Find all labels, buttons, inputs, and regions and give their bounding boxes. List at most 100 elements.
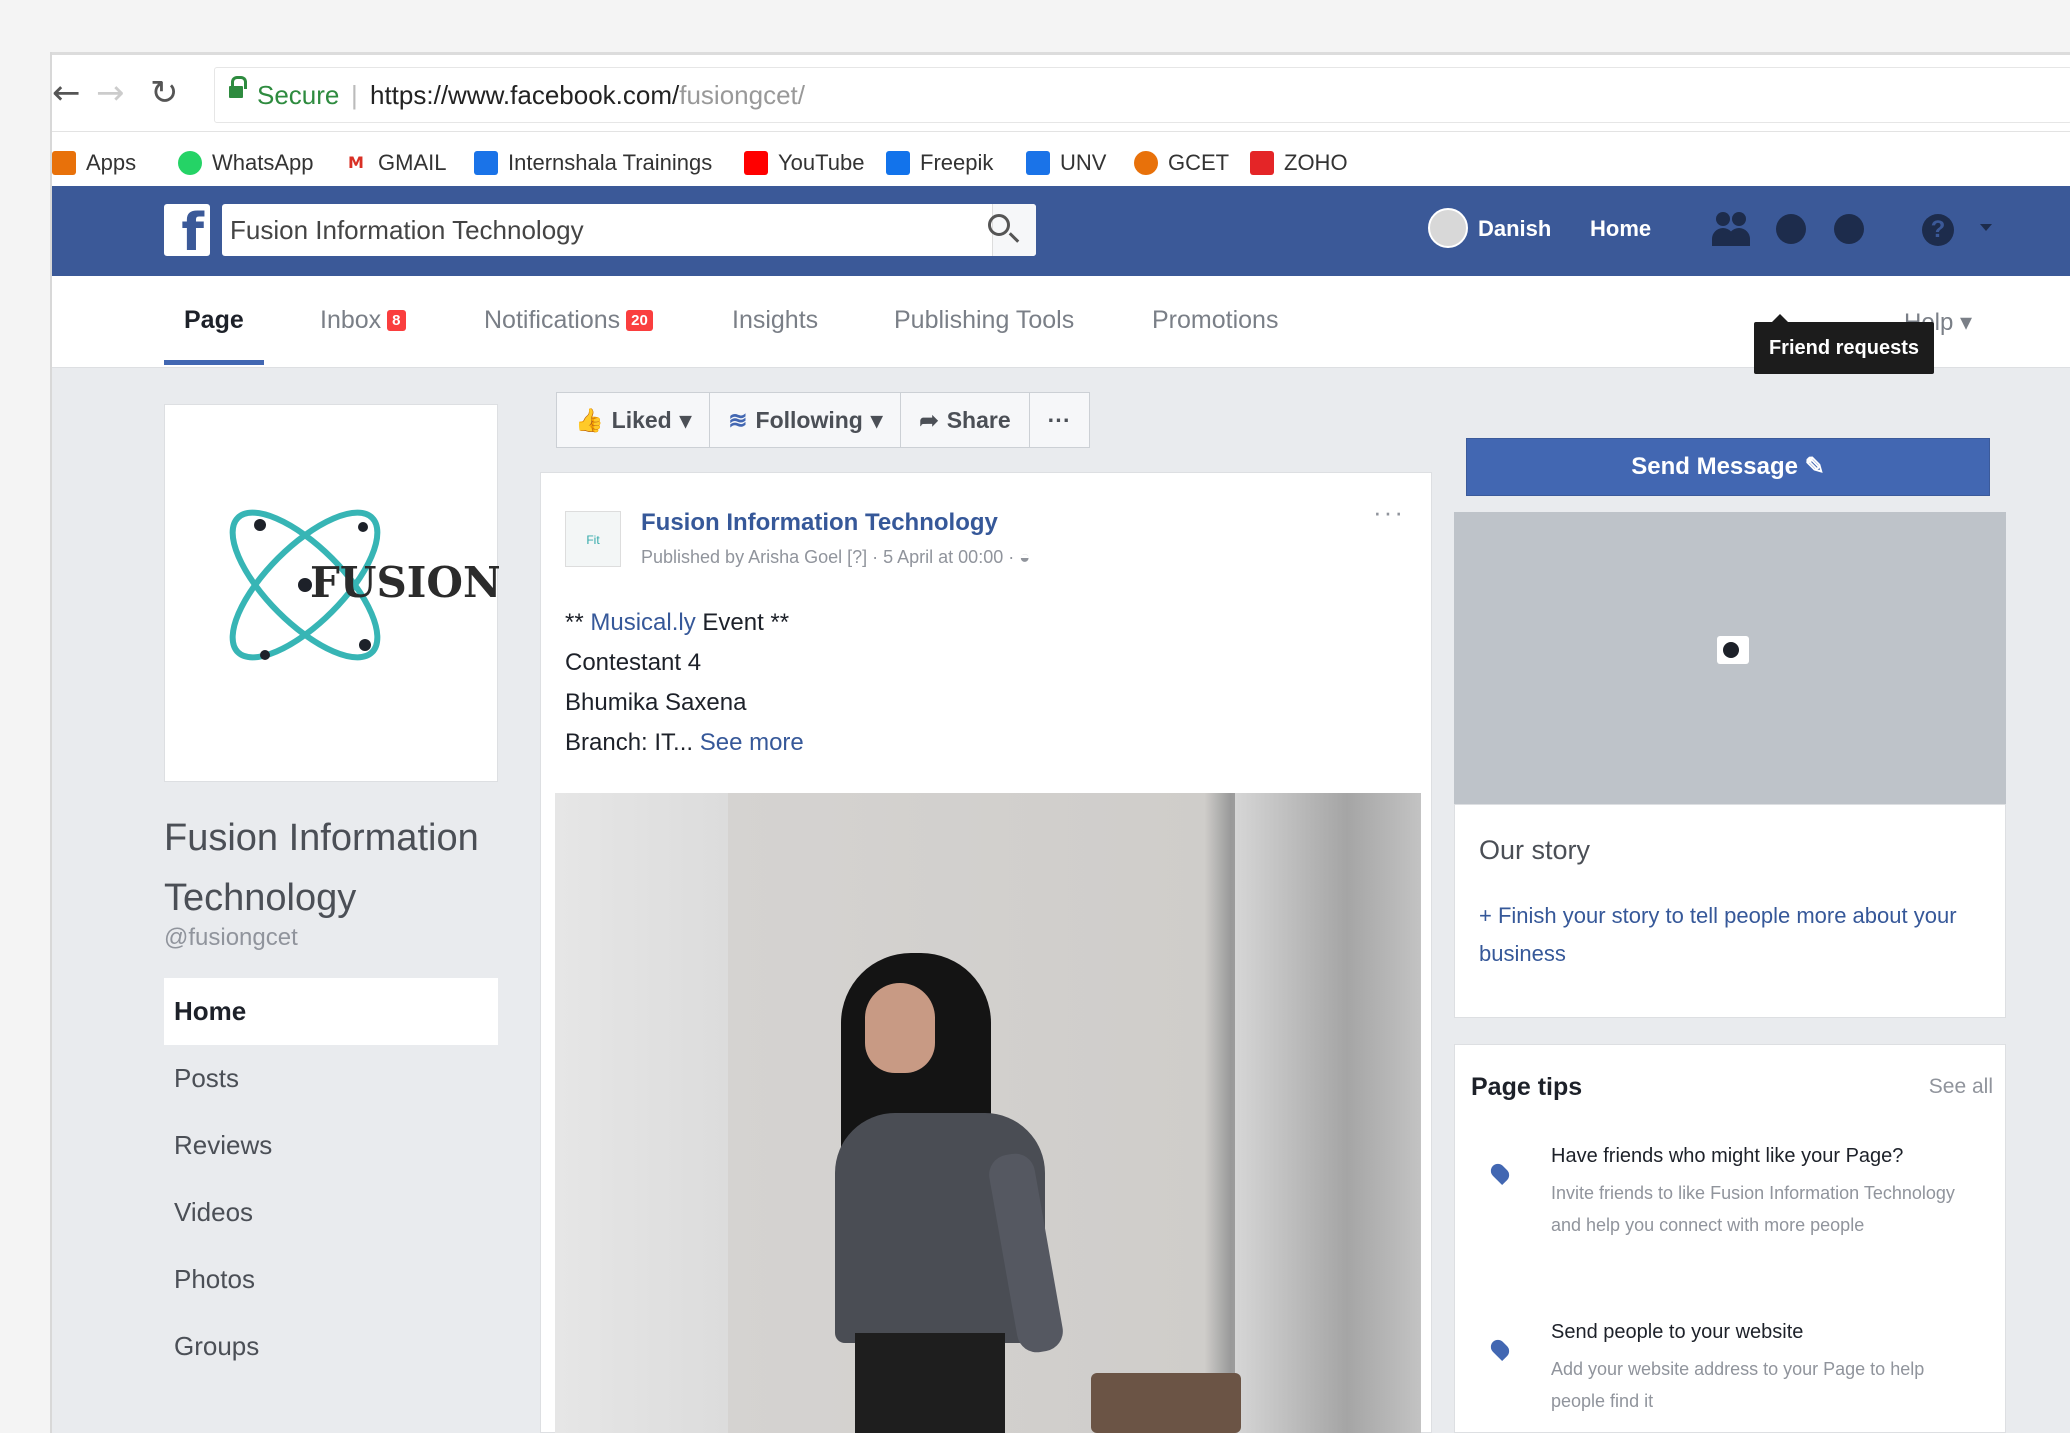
post-line-2: Contestant 4 [565, 649, 702, 676]
bookmark-unv[interactable]: UNV [1026, 150, 1106, 176]
url-field[interactable]: Secure | https://www.facebook.com/fusion… [214, 67, 2070, 123]
home-link[interactable]: Home [1590, 216, 1651, 242]
story-title: Our story [1479, 835, 1591, 865]
unv-icon [1026, 151, 1050, 175]
post-avatar[interactable]: Fit [565, 511, 621, 567]
add-photo-icon[interactable] [1717, 636, 1749, 664]
gmail-icon: M [348, 153, 364, 172]
tab-publishing-tools[interactable]: Publishing Tools [894, 306, 1074, 335]
url-path: fusiongcet/ [679, 80, 805, 110]
bookmark-gmail[interactable]: M GMAIL [344, 150, 446, 176]
liked-label: Liked [611, 406, 672, 433]
url-separator: | [351, 80, 358, 110]
tip-website[interactable]: Send people to your website Add your web… [1471, 1321, 1991, 1431]
share-button[interactable]: ➦ Share [901, 392, 1030, 448]
friend-requests-icon[interactable] [1712, 210, 1752, 250]
bookmark-internshala[interactable]: Internshala Trainings [474, 150, 712, 176]
zoho-icon [1250, 151, 1274, 175]
right-column: Send Message ✎ Our story + Finish your s… [1446, 368, 2006, 1433]
left-nav-item-home[interactable]: Home [164, 978, 498, 1045]
page-content: FUSION Fusion Information Technology @fu… [52, 368, 2070, 1433]
left-nav-item-photos[interactable]: Photos [164, 1246, 498, 1313]
see-all-link[interactable]: See all [1929, 1075, 1993, 1099]
left-nav-item-posts[interactable]: Posts [164, 1045, 498, 1112]
globe-icon: ◒ [1019, 547, 1031, 567]
tab-label: Page [184, 306, 244, 334]
more-options-button[interactable]: ··· [1029, 392, 1090, 448]
photo-face [865, 983, 935, 1073]
photo-shelf [1091, 1373, 1241, 1433]
tip-description: Add your website address to your Page to… [1551, 1359, 1925, 1411]
search-icon [988, 214, 1010, 236]
url-host: https://www.facebook.com/ [370, 80, 680, 110]
account-menu-caret-icon[interactable] [1980, 224, 1992, 231]
bookmark-label: Internshala Trainings [508, 150, 713, 175]
messages-icon[interactable] [1772, 210, 1812, 250]
bookmark-gcet[interactable]: GCET [1134, 150, 1229, 176]
whatsapp-icon [178, 151, 202, 175]
post-line-3: Bhumika Saxena [565, 689, 747, 716]
left-nav-item-groups[interactable]: Groups [164, 1313, 498, 1380]
reload-icon[interactable]: ↻ [150, 73, 179, 113]
facebook-logo-icon[interactable]: f [164, 204, 210, 256]
back-icon[interactable]: ← [52, 73, 81, 113]
tip-heading: Send people to your website [1551, 1321, 1804, 1343]
left-nav-item-reviews[interactable]: Reviews [164, 1112, 498, 1179]
cover-photo-placeholder[interactable] [1454, 512, 2006, 804]
bookmark-label: YouTube [778, 150, 865, 175]
url-text: https://www.facebook.com/fusiongcet/ [370, 80, 805, 111]
post-meta: Published by Arisha Goel [?] · 5 April a… [641, 547, 1030, 568]
location-pin-icon [1487, 1160, 1513, 1186]
gcet-icon [1134, 151, 1158, 175]
tab-page[interactable]: Page [184, 306, 244, 335]
tab-notifications[interactable]: Notifications 20 [484, 306, 653, 335]
bookmark-zoho[interactable]: ZOHO [1250, 150, 1348, 176]
forward-icon[interactable]: → [96, 73, 125, 113]
page-handle[interactable]: @fusiongcet [164, 924, 298, 952]
page-tips-card: Page tips See all Have friends who might… [1454, 1044, 2006, 1433]
tab-insights[interactable]: Insights [732, 306, 818, 335]
tab-promotions[interactable]: Promotions [1152, 306, 1278, 335]
post-line-1: ** Musical.ly Event ** [565, 603, 804, 643]
friend-requests-tooltip: Friend requests [1754, 314, 1934, 374]
bookmark-youtube[interactable]: YouTube [744, 150, 864, 176]
tab-label: Promotions [1152, 306, 1279, 334]
our-story-card: Our story + Finish your story to tell pe… [1454, 804, 2006, 1018]
post-line-4: Branch: IT... See more [565, 723, 804, 763]
page-actions: 👍 Liked ▾ ≋ Following ▾ ➦ Share ··· [556, 392, 1090, 452]
post-options-button[interactable]: ··· [1373, 497, 1405, 528]
apps-grid-icon [52, 151, 76, 175]
notifications-globe-icon[interactable] [1830, 210, 1870, 250]
youtube-icon [744, 151, 768, 175]
liked-button[interactable]: 👍 Liked ▾ [556, 392, 711, 448]
send-message-button[interactable]: Send Message ✎ [1466, 438, 1990, 496]
bookmark-freepik[interactable]: Freepik [886, 150, 993, 176]
bookmark-label: Apps [86, 150, 137, 175]
inbox-count-badge: 8 [387, 310, 406, 331]
post-line-1-prefix: ** [565, 609, 591, 636]
following-button[interactable]: ≋ Following ▾ [710, 392, 902, 448]
bookmark-apps[interactable]: Apps [52, 150, 136, 176]
search-box [222, 204, 1036, 256]
photo-wall [1235, 793, 1421, 1433]
bookmark-whatsapp[interactable]: WhatsApp [178, 150, 314, 176]
tip-invite-friends[interactable]: Have friends who might like your Page? I… [1471, 1145, 1991, 1285]
left-nav-item-videos[interactable]: Videos [164, 1179, 498, 1246]
finish-story-link[interactable]: + Finish your story to tell people more … [1479, 897, 1989, 973]
tab-label: Inbox [320, 306, 382, 334]
post-author-link[interactable]: Fusion Information Technology [641, 509, 998, 537]
help-question-icon[interactable] [1918, 210, 1958, 250]
user-avatar[interactable] [1428, 208, 1468, 248]
tip-heading: Have friends who might like your Page? [1551, 1145, 1904, 1167]
bookmark-label: Freepik [920, 150, 994, 175]
musically-link[interactable]: Musical.ly [590, 609, 695, 636]
post-photo[interactable] [555, 793, 1421, 1433]
post-body: ** Musical.ly Event ** Contestant 4 Bhum… [565, 603, 804, 763]
see-more-link[interactable]: See more [700, 729, 804, 756]
following-label: Following [755, 406, 863, 433]
lock-icon [229, 76, 247, 101]
user-name-link[interactable]: Danish [1478, 216, 1551, 242]
search-input[interactable] [230, 211, 950, 249]
tab-inbox[interactable]: Inbox 8 [320, 306, 406, 335]
profile-picture[interactable]: FUSION [164, 404, 501, 782]
